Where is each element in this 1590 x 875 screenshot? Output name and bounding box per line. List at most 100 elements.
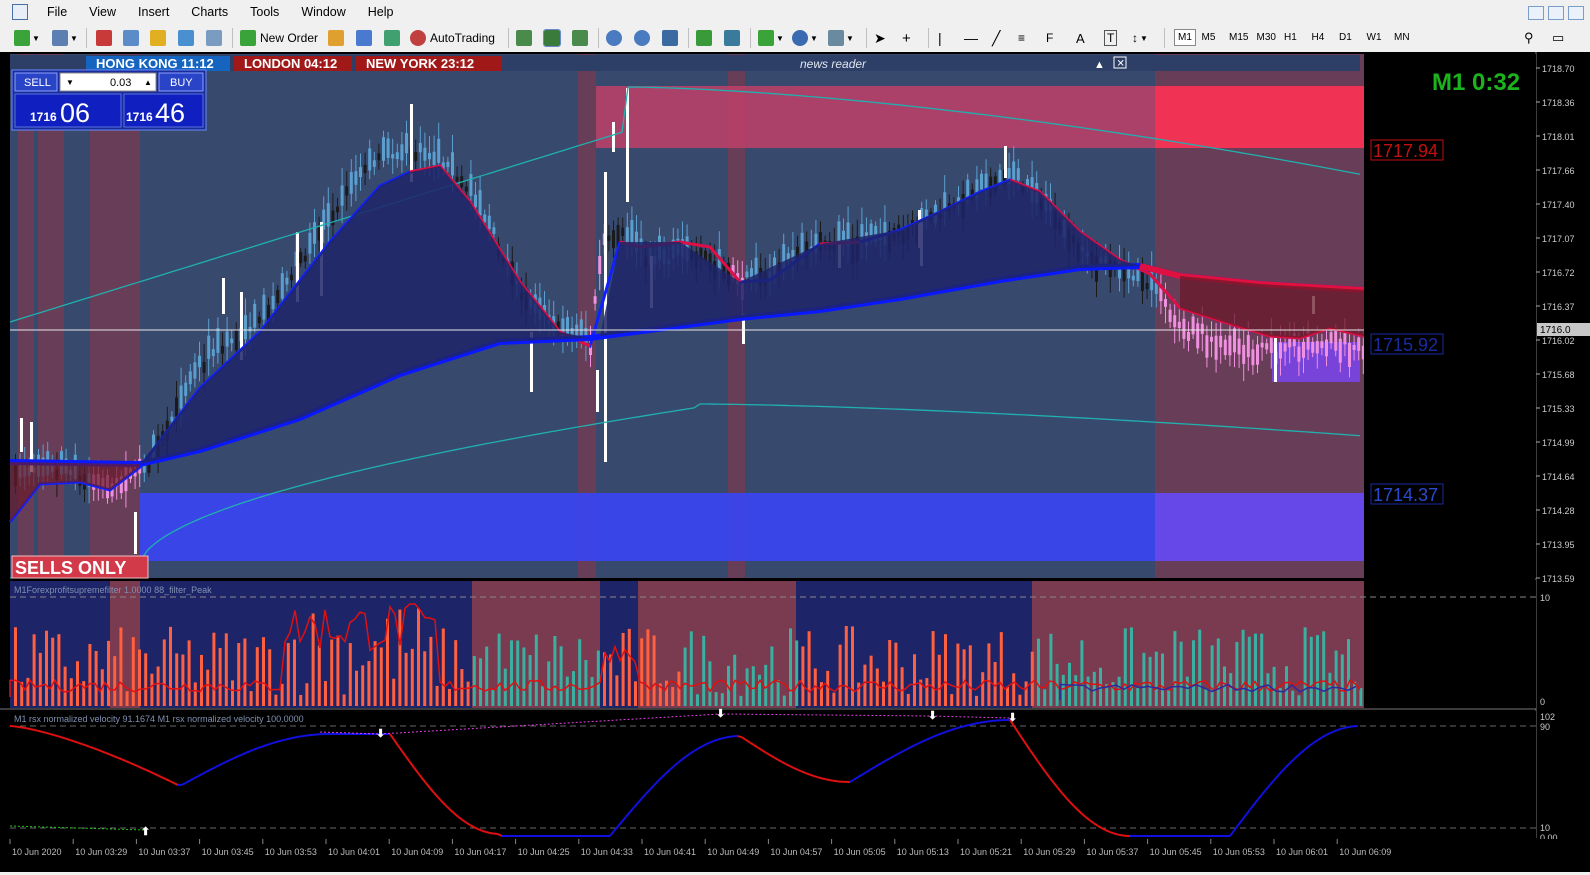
lot-size-value: 0.03 [110,77,131,89]
price-tick-label: 1715.33 [1542,404,1575,414]
candle [180,386,183,409]
text-label-button[interactable]: T [1104,28,1117,48]
price-tick-label: 1716.37 [1542,302,1575,312]
trendline-button[interactable]: ╱ [992,28,1000,48]
timeframe-m5[interactable]: M5 [1202,32,1216,43]
candle [801,233,804,255]
profiles-button[interactable]: ▼ [52,28,78,48]
restore-icon[interactable] [1548,6,1564,20]
vertical-line-button[interactable]: | [938,28,942,48]
fibonacci-button[interactable]: F [1046,28,1053,48]
candle [492,227,495,234]
signals-button[interactable] [384,28,400,48]
metaeditor-button[interactable] [328,28,344,48]
templates-button[interactable]: ▼ [828,28,854,48]
community-button[interactable] [356,28,372,48]
new-order-label: New Order [260,31,318,45]
chart-canvas[interactable]: 1718.701718.361718.011717.661717.401717.… [0,52,1590,872]
candle [1357,337,1360,351]
timeframe-h1[interactable]: H1 [1284,32,1297,43]
close-icon[interactable] [1568,6,1584,20]
tester-button[interactable] [206,28,222,48]
periods-button[interactable]: ▼ [792,28,818,48]
menu-charts[interactable]: Charts [180,0,239,24]
timeframe-m1[interactable]: M1 [1174,29,1196,46]
rsx-segment [974,723,978,724]
rsx-segment [486,832,490,833]
tile-windows-button[interactable] [662,28,678,48]
new-order-button[interactable]: New Order [240,28,318,48]
zoom-in-button[interactable] [606,28,622,48]
auto-scroll-button[interactable] [696,28,712,48]
timeframe-d1[interactable]: D1 [1339,32,1352,43]
filter-bar [262,637,265,706]
candle [1330,332,1333,343]
autotrading-button[interactable]: AutoTrading [410,28,495,48]
rsx-segment [950,729,954,730]
filter-bar [1229,673,1232,706]
menu-file[interactable]: File [36,0,78,24]
collapse-icon[interactable]: ▲ [1094,59,1105,71]
chart-shift-button[interactable] [724,28,740,48]
sell-price-big: 1716 [30,110,57,124]
filter-bar [157,666,160,706]
candlestick-button[interactable] [544,28,560,48]
rsx-segment [958,727,962,728]
menu-window[interactable]: Window [290,0,356,24]
text-button[interactable]: A [1076,28,1085,48]
filter-bar [231,680,234,706]
crosshair-button[interactable]: + [902,28,911,48]
timeframe-h4[interactable]: H4 [1312,32,1325,43]
news-reader-label[interactable]: news reader [800,57,867,71]
menu-tools[interactable]: Tools [239,0,290,24]
terminal-button[interactable] [178,28,194,48]
candle [1205,335,1208,357]
timeframe-w1[interactable]: W1 [1367,32,1382,43]
lot-stepper-icon[interactable]: ▲ [144,78,152,87]
minimize-icon[interactable] [1528,6,1544,20]
candle [1247,335,1250,357]
timeframe-m15[interactable]: M15 [1229,32,1248,43]
line-chart-button[interactable] [572,28,588,48]
candle [230,339,233,344]
bar-chart-button[interactable] [516,28,532,48]
candle [226,331,229,346]
data-window-button[interactable] [123,28,139,48]
candle [354,171,357,185]
filter-bar [876,668,879,706]
menu-help[interactable]: Help [357,0,405,24]
menu-insert[interactable]: Insert [127,0,180,24]
cursor-button[interactable]: ➤ [874,28,886,48]
filter-bar [535,635,538,706]
new-chart-button[interactable]: ▼ [14,28,40,48]
arrows-button[interactable]: ↕▼ [1132,28,1148,48]
filter-bar [448,689,451,706]
supply-zone-active [1155,86,1364,148]
timeframe-mn[interactable]: MN [1394,32,1410,43]
navigator-button[interactable] [150,28,166,48]
text-icon: A [1076,31,1085,46]
lot-dropdown-icon[interactable]: ▼ [66,78,74,87]
timeframe-m30[interactable]: M30 [1257,32,1276,43]
market-watch-button[interactable] [96,28,112,48]
text-label-icon: T [1104,30,1117,46]
candle [1178,322,1181,328]
chat-button[interactable]: ▭ [1552,28,1564,48]
rsx-segment [58,736,62,737]
horizontal-line-button[interactable]: — [964,28,978,48]
spike-candle [1004,146,1007,178]
search-button[interactable]: ⚲ [1524,28,1534,48]
menu-view[interactable]: View [78,0,127,24]
time-tick-label: 10 Jun 03:37 [138,847,190,857]
indicators-button[interactable]: ▼ [758,28,784,48]
filter-bar [367,661,370,706]
zoom-out-button[interactable] [634,28,650,48]
channel-button[interactable]: ≡ [1018,28,1025,48]
filter-bar [839,645,842,706]
lot-size-input[interactable] [60,73,156,91]
chart-window[interactable]: 1718.701718.361718.011717.661717.401717.… [0,52,1590,872]
filter-bar [1310,637,1313,706]
filter-bar [932,631,935,706]
chat-icon: ▭ [1552,30,1564,46]
filter-bar [312,614,315,706]
